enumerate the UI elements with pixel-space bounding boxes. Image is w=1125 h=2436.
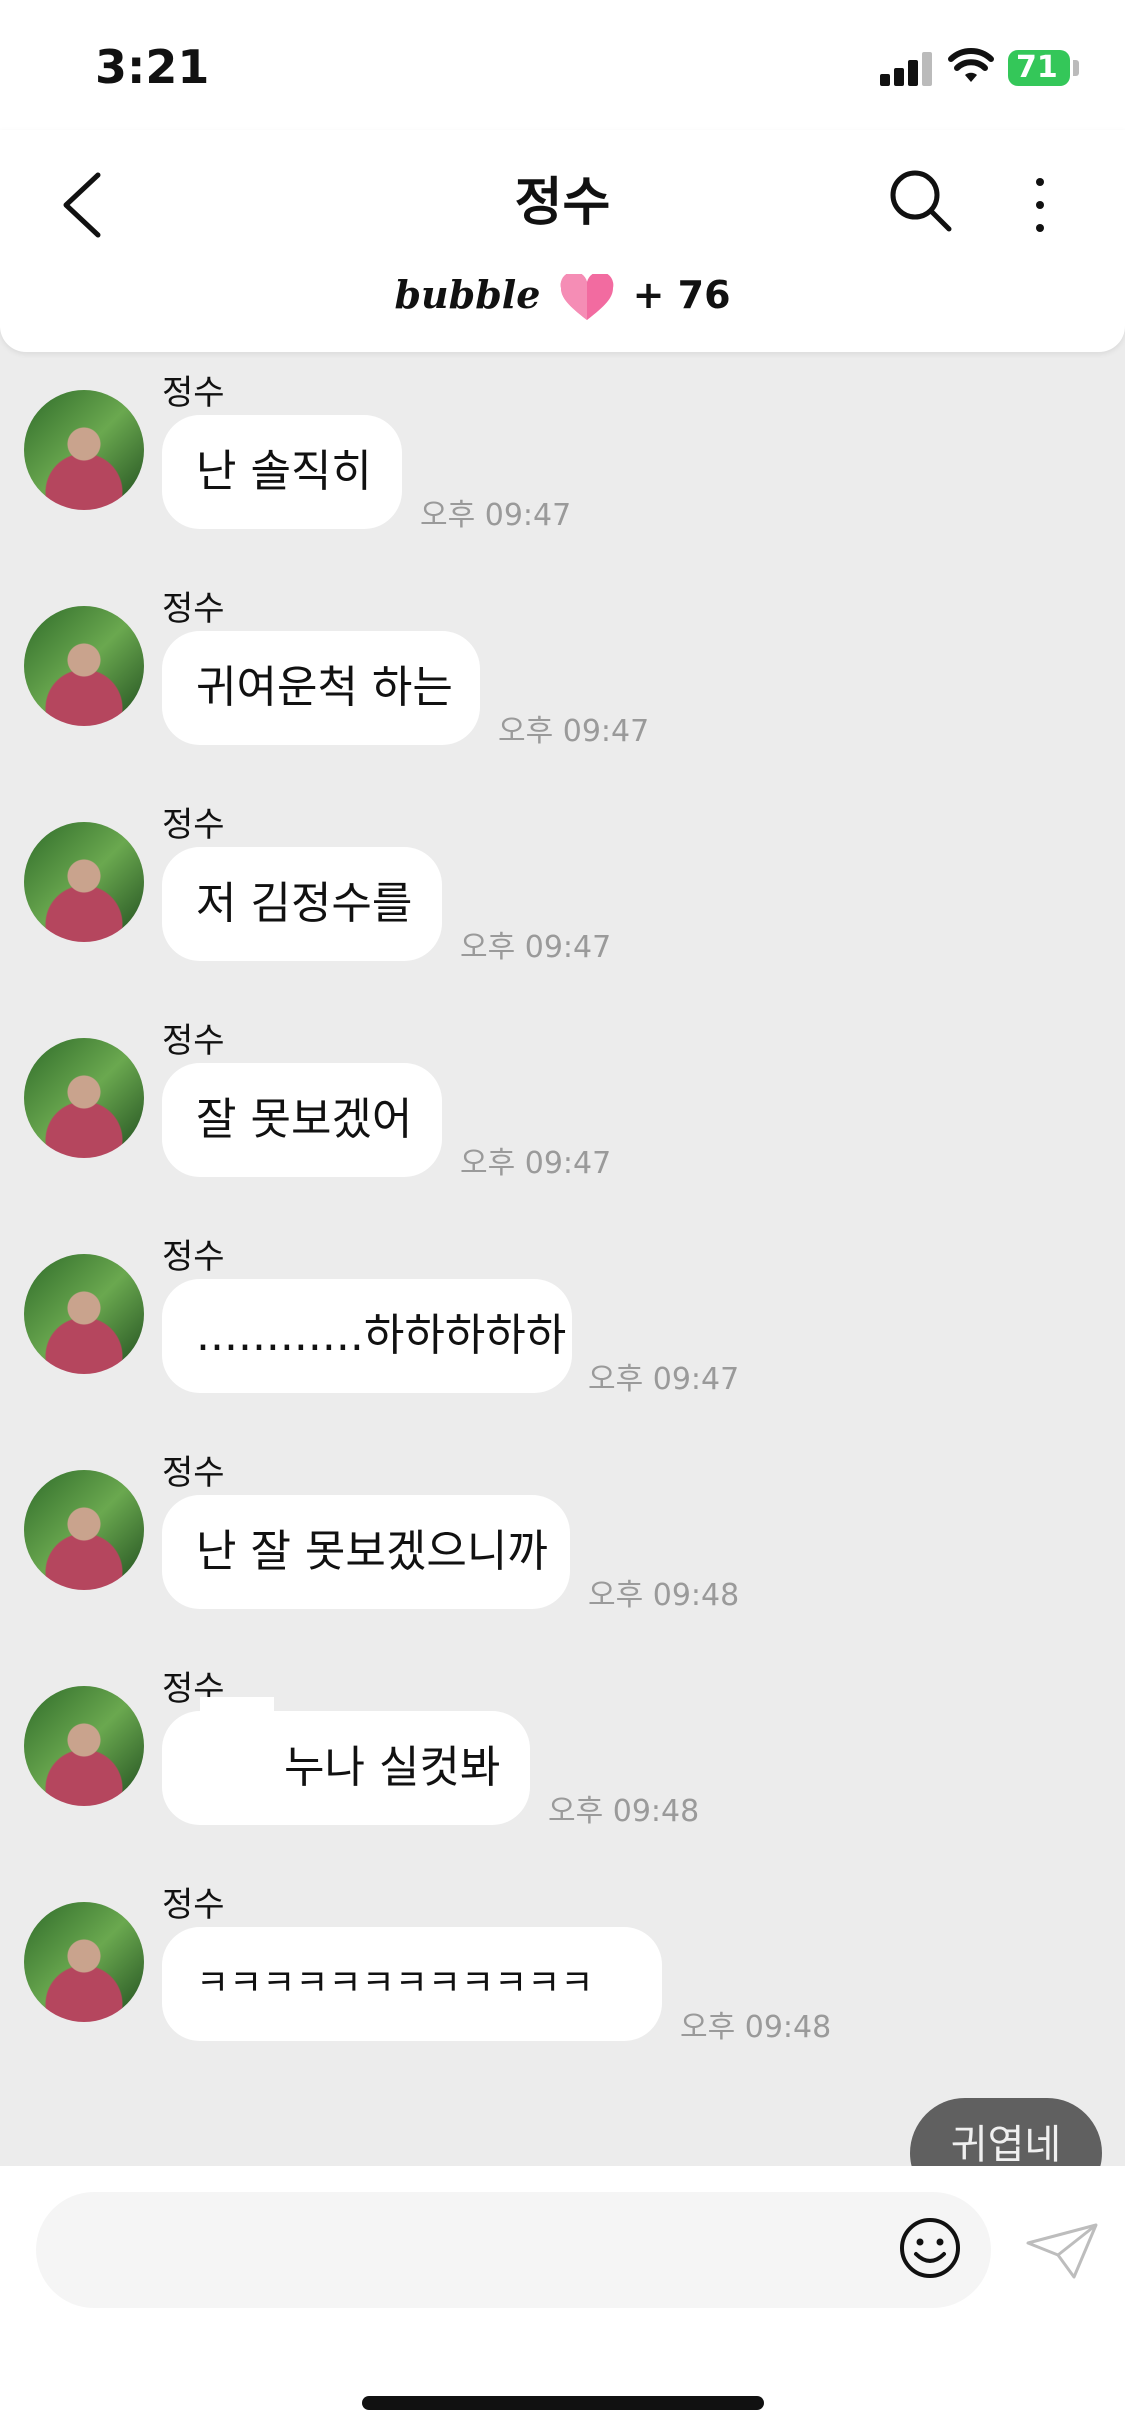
sender-name: 정수 [162, 805, 225, 845]
message-row: 정수 귀여운척 하는 오후 09:47 [0, 581, 1125, 781]
heart-icon [560, 273, 613, 320]
status-time: 3:21 [95, 40, 210, 94]
battery-level: 71 [1016, 50, 1058, 85]
message-bubble[interactable]: 저 김정수를 [162, 847, 442, 961]
message-bubble[interactable]: 난 솔직히 [162, 415, 402, 529]
avatar[interactable] [24, 390, 144, 510]
message-bubble[interactable]: ㅋㅋㅋㅋㅋㅋㅋㅋㅋㅋㅋㅋ [162, 1927, 662, 2041]
message-input[interactable] [36, 2192, 991, 2308]
message-row: 정수 난 솔직히 오후 09:47 [0, 365, 1125, 565]
message-row: 정수 저 김정수를 오후 09:47 [0, 797, 1125, 997]
message-row: 정수 ............하하하하하 오후 09:47 [0, 1229, 1125, 1429]
battery-icon: 71 [1008, 50, 1070, 86]
avatar[interactable] [24, 822, 144, 942]
avatar[interactable] [24, 606, 144, 726]
more-options-icon[interactable] [1030, 170, 1050, 240]
sender-name: 정수 [162, 1021, 225, 1061]
avatar[interactable] [24, 1470, 144, 1590]
avatar[interactable] [24, 1902, 144, 2022]
wifi-icon [948, 48, 994, 82]
avatar[interactable] [24, 1038, 144, 1158]
cellular-signal-icon [880, 52, 934, 86]
bubble-subscription-row[interactable]: bubble + 76 [0, 272, 1125, 322]
battery-tip [1073, 60, 1079, 76]
message-bubble[interactable]: 난 잘 못보겠으니까 [162, 1495, 570, 1609]
search-icon[interactable] [885, 165, 955, 235]
message-row: 정수 난 잘 못보겠으니까 오후 09:48 [0, 1445, 1125, 1645]
message-time: 오후 09:48 [680, 2010, 832, 2045]
message-time: 오후 09:47 [498, 714, 650, 749]
sender-name: 정수 [162, 373, 225, 413]
send-icon[interactable] [1024, 2221, 1100, 2281]
sender-name: 정수 [162, 1453, 225, 1493]
message-time: 오후 09:47 [420, 498, 572, 533]
message-time: 오후 09:48 [588, 1578, 740, 1613]
message-time: 오후 09:47 [588, 1362, 740, 1397]
message-bubble[interactable]: 잘 못보겠어 [162, 1063, 442, 1177]
page-title: 정수 [514, 173, 611, 233]
bubble-count: + 76 [632, 273, 731, 317]
sender-name: 정수 [162, 1885, 225, 1925]
message-bubble[interactable]: ............하하하하하 [162, 1279, 572, 1393]
emoji-icon[interactable] [898, 2216, 962, 2280]
status-bar: 3:21 71 [0, 0, 1125, 130]
sender-name: 정수 [162, 1237, 225, 1277]
message-time: 오후 09:47 [460, 930, 612, 965]
message-row: 정수 누나 실컷봐 오후 09:48 [0, 1661, 1125, 1861]
sender-name: 정수 [162, 589, 225, 629]
message-row: 정수 잘 못보겠어 오후 09:47 [0, 1013, 1125, 1213]
avatar[interactable] [24, 1686, 144, 1806]
bubble-brand-label: bubble [394, 272, 541, 317]
avatar[interactable] [24, 1254, 144, 1374]
home-indicator[interactable] [362, 2396, 764, 2410]
message-row: 정수 ㅋㅋㅋㅋㅋㅋㅋㅋㅋㅋㅋㅋ 오후 09:48 [0, 1877, 1125, 2077]
message-time: 오후 09:48 [548, 1794, 700, 1829]
message-bubble[interactable]: 귀여운척 하는 [162, 631, 480, 745]
chat-header: 정수 bubble + 76 [0, 130, 1125, 352]
message-time: 오후 09:47 [460, 1146, 612, 1181]
censor-block [174, 1727, 274, 1791]
